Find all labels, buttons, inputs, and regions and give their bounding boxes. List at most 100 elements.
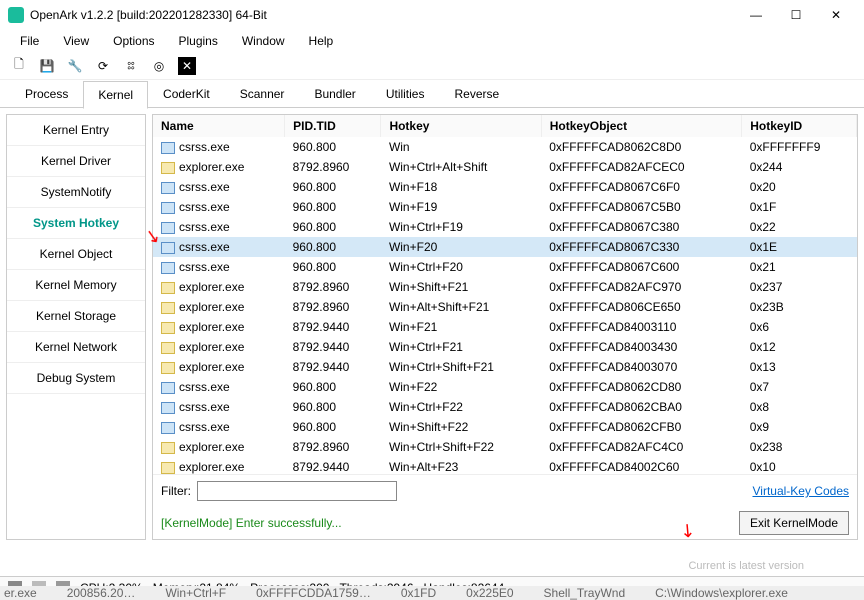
cell-obj: 0xFFFFFCAD806CE650 <box>541 297 741 317</box>
new-icon[interactable]: 🗋 <box>10 57 28 75</box>
cell-id: 0x244 <box>742 157 857 177</box>
app-icon <box>161 242 175 254</box>
cell-id: 0x20 <box>742 177 857 197</box>
app-icon <box>161 262 175 274</box>
table-row[interactable]: csrss.exe960.800Win0xFFFFFCAD8062C8D00xF… <box>153 137 857 157</box>
table-row[interactable]: csrss.exe960.800Win+F190xFFFFFCAD8067C5B… <box>153 197 857 217</box>
cell-name: csrss.exe <box>153 137 285 157</box>
cell-obj: 0xFFFFFCAD8067C330 <box>541 237 741 257</box>
hotkey-table-scroll[interactable]: NamePID.TIDHotkeyHotkeyObjectHotkeyID cs… <box>153 115 857 474</box>
filter-input[interactable] <box>197 481 397 501</box>
sidebar-item-kernel-object[interactable]: Kernel Object <box>7 239 145 270</box>
cell-hk: Win+Ctrl+F22 <box>381 397 541 417</box>
table-row[interactable]: explorer.exe8792.8960Win+Shift+F210xFFFF… <box>153 277 857 297</box>
sidebar-item-systemnotify[interactable]: SystemNotify <box>7 177 145 208</box>
table-row[interactable]: csrss.exe960.800Win+Ctrl+F190xFFFFFCAD80… <box>153 217 857 237</box>
grid-icon[interactable]: ⦂⦂ <box>122 57 140 75</box>
cell-name: explorer.exe <box>153 157 285 177</box>
cell-id: 0xFFFFFFF9 <box>742 137 857 157</box>
menu-window[interactable]: Window <box>232 32 295 50</box>
tab-utilities[interactable]: Utilities <box>371 80 440 108</box>
version-text: Current is latest version <box>688 560 804 572</box>
sidebar-item-kernel-driver[interactable]: Kernel Driver <box>7 146 145 177</box>
cell-pid: 960.800 <box>285 217 381 237</box>
table-row[interactable]: explorer.exe8792.8960Win+Alt+Shift+F210x… <box>153 297 857 317</box>
table-row[interactable]: explorer.exe8792.9440Win+Ctrl+F210xFFFFF… <box>153 337 857 357</box>
cell-pid: 960.800 <box>285 137 381 157</box>
tab-bundler[interactable]: Bundler <box>299 80 370 108</box>
menu-file[interactable]: File <box>10 32 49 50</box>
cell-obj: 0xFFFFFCAD84003070 <box>541 357 741 377</box>
app-icon <box>161 402 175 414</box>
cell-pid: 8792.8960 <box>285 297 381 317</box>
table-row[interactable]: explorer.exe8792.9440Win+F210xFFFFFCAD84… <box>153 317 857 337</box>
col-name[interactable]: Name <box>153 115 285 137</box>
cell-obj: 0xFFFFFCAD8067C6F0 <box>541 177 741 197</box>
minimize-button[interactable]: — <box>736 0 776 30</box>
tab-coderkit[interactable]: CoderKit <box>148 80 225 108</box>
refresh-icon[interactable]: ⟳ <box>94 57 112 75</box>
virtual-key-codes-link[interactable]: Virtual-Key Codes <box>753 484 850 498</box>
cell-name: csrss.exe <box>153 217 285 237</box>
col-hotkeyobject[interactable]: HotkeyObject <box>541 115 741 137</box>
table-row[interactable]: explorer.exe8792.9440Win+Alt+F230xFFFFFC… <box>153 457 857 474</box>
exit-kernelmode-button[interactable]: Exit KernelMode <box>739 511 849 535</box>
table-row[interactable]: csrss.exe960.800Win+F200xFFFFFCAD8067C33… <box>153 237 857 257</box>
save-icon[interactable]: 💾 <box>38 57 56 75</box>
cell-pid: 960.800 <box>285 177 381 197</box>
cell-name: csrss.exe <box>153 257 285 277</box>
maximize-button[interactable]: ☐ <box>776 0 816 30</box>
table-row[interactable]: csrss.exe960.800Win+Shift+F220xFFFFFCAD8… <box>153 417 857 437</box>
folder-icon <box>161 362 175 374</box>
cell-pid: 8792.9440 <box>285 337 381 357</box>
cell-hk: Win+Ctrl+Shift+F22 <box>381 437 541 457</box>
cell-name: explorer.exe <box>153 297 285 317</box>
app-icon <box>161 222 175 234</box>
menu-view[interactable]: View <box>53 32 99 50</box>
menu-help[interactable]: Help <box>299 32 344 50</box>
table-row[interactable]: explorer.exe8792.9440Win+Ctrl+Shift+F210… <box>153 357 857 377</box>
app-icon <box>8 7 24 23</box>
target-icon[interactable]: ◎ <box>150 57 168 75</box>
cell-hk: Win+Alt+Shift+F21 <box>381 297 541 317</box>
folder-icon <box>161 162 175 174</box>
stop-icon[interactable]: ✕ <box>178 57 196 75</box>
table-row[interactable]: explorer.exe8792.8960Win+Ctrl+Shift+F220… <box>153 437 857 457</box>
close-button[interactable]: ✕ <box>816 0 856 30</box>
col-hotkeyid[interactable]: HotkeyID <box>742 115 857 137</box>
menu-plugins[interactable]: Plugins <box>169 32 228 50</box>
cell-id: 0x21 <box>742 257 857 277</box>
cell-name: explorer.exe <box>153 337 285 357</box>
cell-name: csrss.exe <box>153 177 285 197</box>
table-row[interactable]: csrss.exe960.800Win+Ctrl+F200xFFFFFCAD80… <box>153 257 857 277</box>
table-row[interactable]: csrss.exe960.800Win+F180xFFFFFCAD8067C6F… <box>153 177 857 197</box>
folder-icon <box>161 462 175 474</box>
cell-id: 0x1E <box>742 237 857 257</box>
tab-scanner[interactable]: Scanner <box>225 80 300 108</box>
tab-reverse[interactable]: Reverse <box>439 80 514 108</box>
app-icon <box>161 382 175 394</box>
wrench-icon[interactable]: 🔧 <box>66 57 84 75</box>
sidebar-item-system-hotkey[interactable]: System Hotkey <box>7 208 145 239</box>
sidebar-item-kernel-memory[interactable]: Kernel Memory <box>7 270 145 301</box>
cell-name: csrss.exe <box>153 417 285 437</box>
cell-id: 0x6 <box>742 317 857 337</box>
sidebar-item-kernel-network[interactable]: Kernel Network <box>7 332 145 363</box>
sidebar-item-debug-system[interactable]: Debug System <box>7 363 145 394</box>
table-row[interactable]: csrss.exe960.800Win+F220xFFFFFCAD8062CD8… <box>153 377 857 397</box>
col-hotkey[interactable]: Hotkey <box>381 115 541 137</box>
table-row[interactable]: explorer.exe8792.8960Win+Ctrl+Alt+Shift0… <box>153 157 857 177</box>
col-pid-tid[interactable]: PID.TID <box>285 115 381 137</box>
cell-name: explorer.exe <box>153 277 285 297</box>
cell-obj: 0xFFFFFCAD8067C380 <box>541 217 741 237</box>
sidebar-item-kernel-entry[interactable]: Kernel Entry <box>7 115 145 146</box>
menu-options[interactable]: Options <box>103 32 164 50</box>
folder-icon <box>161 342 175 354</box>
tab-kernel[interactable]: Kernel <box>83 81 148 109</box>
tab-process[interactable]: Process <box>10 80 83 108</box>
table-row[interactable]: csrss.exe960.800Win+Ctrl+F220xFFFFFCAD80… <box>153 397 857 417</box>
cell-pid: 8792.9440 <box>285 317 381 337</box>
sidebar-item-kernel-storage[interactable]: Kernel Storage <box>7 301 145 332</box>
cell-hk: Win <box>381 137 541 157</box>
cell-hk: Win+F21 <box>381 317 541 337</box>
